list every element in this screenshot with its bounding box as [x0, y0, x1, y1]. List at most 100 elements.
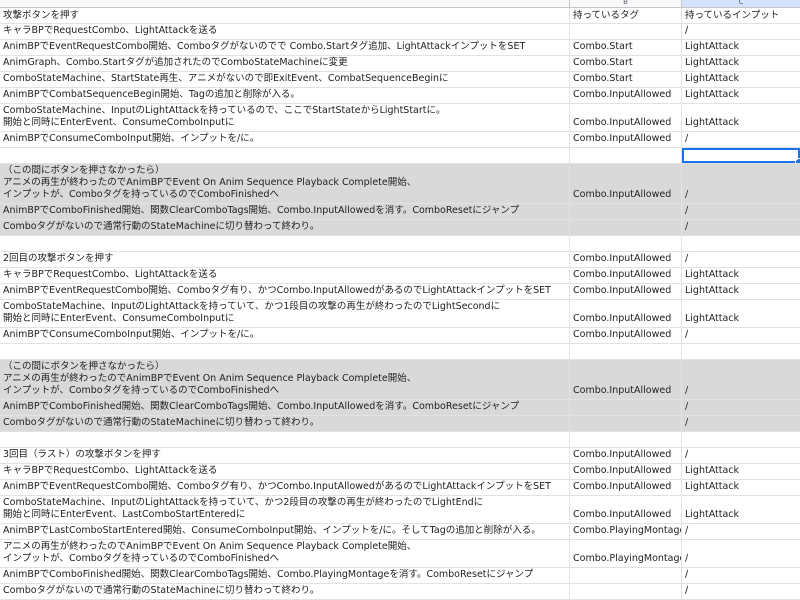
description-cell[interactable]: [0, 344, 570, 359]
tag-cell[interactable]: Combo.InputAllowed: [570, 284, 682, 299]
cell-text: Combo.PlayingMontage: [573, 525, 682, 536]
tag-cell[interactable]: 持っているタグ: [570, 8, 682, 23]
tag-cell[interactable]: Combo.InputAllowed: [570, 252, 682, 267]
input-cell[interactable]: /: [682, 328, 800, 343]
tag-cell[interactable]: [570, 568, 682, 583]
tag-cell[interactable]: Combo.Start: [570, 40, 682, 55]
input-cell[interactable]: [682, 432, 800, 447]
input-cell[interactable]: LightAttack: [682, 72, 800, 87]
description-cell[interactable]: キャラBPでRequestCombo、LightAttackを送る: [0, 24, 570, 39]
tag-cell[interactable]: [570, 400, 682, 415]
description-cell[interactable]: ComboStateMachine、InputのLightAttackを持ってい…: [0, 496, 570, 523]
description-cell[interactable]: [0, 148, 570, 163]
description-cell[interactable]: キャラBPでRequestCombo、LightAttackを送る: [0, 268, 570, 283]
column-header-c[interactable]: C: [682, 0, 800, 7]
tag-cell[interactable]: Combo.InputAllowed: [570, 328, 682, 343]
description-cell[interactable]: 3回目（ラスト）の攻撃ボタンを押す: [0, 448, 570, 463]
input-cell[interactable]: /: [682, 132, 800, 147]
description-cell[interactable]: キャラBPでRequestCombo、LightAttackを送る: [0, 464, 570, 479]
cell-text: /: [685, 253, 689, 264]
tag-cell[interactable]: Combo.InputAllowed: [570, 268, 682, 283]
input-cell[interactable]: LightAttack: [682, 480, 800, 495]
cell-text: Combo.Start: [573, 73, 633, 84]
tag-cell[interactable]: Combo.InputAllowed: [570, 132, 682, 147]
tag-cell[interactable]: [570, 148, 682, 163]
tag-cell[interactable]: Combo.InputAllowed: [570, 300, 682, 327]
description-cell[interactable]: AnimBPでConsumeComboInput開始、インプットを/に。: [0, 132, 570, 147]
description-cell[interactable]: （この間にボタンを押さなかったら） アニメの再生が終わったのでAnimBPでEv…: [0, 360, 570, 399]
description-cell[interactable]: AnimBPでComboFinished開始、関数ClearComboTags開…: [0, 204, 570, 219]
tag-cell[interactable]: Combo.InputAllowed: [570, 496, 682, 523]
tag-cell[interactable]: Combo.InputAllowed: [570, 448, 682, 463]
input-cell[interactable]: /: [682, 400, 800, 415]
input-cell[interactable]: /: [682, 24, 800, 39]
description-cell[interactable]: Comboタグがないので通常行動のStateMachineに切り替わって終わり。: [0, 416, 570, 431]
tag-cell[interactable]: [570, 220, 682, 235]
input-cell[interactable]: LightAttack: [682, 104, 800, 131]
description-cell[interactable]: [0, 236, 570, 251]
input-cell[interactable]: LightAttack: [682, 496, 800, 523]
description-cell[interactable]: AnimBPでEventRequestCombo開始、Comboタグ有り、かつC…: [0, 480, 570, 495]
tag-cell[interactable]: Combo.InputAllowed: [570, 464, 682, 479]
tag-cell[interactable]: Combo.Start: [570, 56, 682, 71]
tag-cell[interactable]: Combo.Start: [570, 72, 682, 87]
input-cell[interactable]: /: [682, 164, 800, 203]
description-cell[interactable]: ComboStateMachine、InputのLightAttackを持ってい…: [0, 104, 570, 131]
tag-cell[interactable]: Combo.PlayingMontage: [570, 524, 682, 539]
input-cell[interactable]: 持っているインプット: [682, 8, 800, 23]
description-cell[interactable]: ComboStateMachine、StartState再生、アニメがないので即…: [0, 72, 570, 87]
description-cell[interactable]: ComboStateMachine、InputのLightAttackを持ってい…: [0, 300, 570, 327]
description-cell[interactable]: AnimGraph、Combo.Startタグが追加されたのでComboStat…: [0, 56, 570, 71]
description-cell[interactable]: アニメの再生が終わったのでAnimBPでEvent On Anim Sequen…: [0, 540, 570, 567]
description-cell[interactable]: AnimBPでConsumeComboInput開始、インプットを/に。: [0, 328, 570, 343]
input-cell[interactable]: /: [682, 416, 800, 431]
input-cell[interactable]: LightAttack: [682, 284, 800, 299]
description-cell[interactable]: Comboタグがないので通常行動のStateMachineに切り替わって終わり。: [0, 220, 570, 235]
input-cell[interactable]: [682, 344, 800, 359]
description-cell[interactable]: AnimBPでComboFinished開始、関数ClearComboTags開…: [0, 568, 570, 583]
input-cell[interactable]: /: [682, 204, 800, 219]
tag-cell[interactable]: Combo.InputAllowed: [570, 360, 682, 399]
description-cell[interactable]: AnimBPでLastComboStartEntered開始、ConsumeCo…: [0, 524, 570, 539]
tag-cell[interactable]: [570, 344, 682, 359]
table-row: キャラBPでRequestCombo、LightAttackを送る Combo.I…: [0, 464, 800, 480]
cell-text: /: [685, 133, 689, 144]
tag-cell[interactable]: [570, 432, 682, 447]
fill-handle[interactable]: [795, 158, 800, 163]
description-cell[interactable]: AnimBPでEventRequestCombo開始、Comboタグ有り、かつC…: [0, 284, 570, 299]
description-cell[interactable]: [0, 432, 570, 447]
input-cell[interactable]: /: [682, 252, 800, 267]
input-cell[interactable]: [682, 236, 800, 251]
tag-cell[interactable]: Combo.InputAllowed: [570, 480, 682, 495]
tag-cell[interactable]: Combo.InputAllowed: [570, 88, 682, 103]
description-cell[interactable]: （この間にボタンを押さなかったら） アニメの再生が終わったのでAnimBPでEv…: [0, 164, 570, 203]
tag-cell[interactable]: [570, 236, 682, 251]
description-cell[interactable]: AnimBPでCombatSequenceBegin開始、Tagの追加と削除が入…: [0, 88, 570, 103]
input-cell[interactable]: /: [682, 448, 800, 463]
input-cell[interactable]: LightAttack: [682, 300, 800, 327]
tag-cell[interactable]: [570, 24, 682, 39]
column-header-a[interactable]: [0, 0, 570, 7]
description-cell[interactable]: 2回目の攻撃ボタンを押す: [0, 252, 570, 267]
column-header-b[interactable]: B: [570, 0, 682, 7]
input-cell[interactable]: LightAttack: [682, 464, 800, 479]
description-cell[interactable]: AnimBPでComboFinished開始、関数ClearComboTags開…: [0, 400, 570, 415]
input-cell[interactable]: /: [682, 360, 800, 399]
input-cell[interactable]: /: [682, 540, 800, 567]
input-cell[interactable]: LightAttack: [682, 268, 800, 283]
description-cell[interactable]: 攻撃ボタンを押す: [0, 8, 570, 23]
input-cell[interactable]: /: [682, 524, 800, 539]
tag-cell[interactable]: [570, 204, 682, 219]
tag-cell[interactable]: Combo.InputAllowed: [570, 104, 682, 131]
tag-cell[interactable]: Combo.InputAllowed: [570, 164, 682, 203]
input-cell[interactable]: LightAttack: [682, 56, 800, 71]
input-cell[interactable]: LightAttack: [682, 40, 800, 55]
tag-cell[interactable]: Combo.PlayingMontage: [570, 540, 682, 567]
table-row: Comboタグがないので通常行動のStateMachineに切り替わって終わり。…: [0, 220, 800, 236]
input-cell[interactable]: [682, 148, 800, 163]
input-cell[interactable]: /: [682, 220, 800, 235]
input-cell[interactable]: LightAttack: [682, 88, 800, 103]
tag-cell[interactable]: [570, 416, 682, 431]
input-cell[interactable]: /: [682, 568, 800, 583]
description-cell[interactable]: AnimBPでEventRequestCombo開始、Comboタグがないのでで…: [0, 40, 570, 55]
